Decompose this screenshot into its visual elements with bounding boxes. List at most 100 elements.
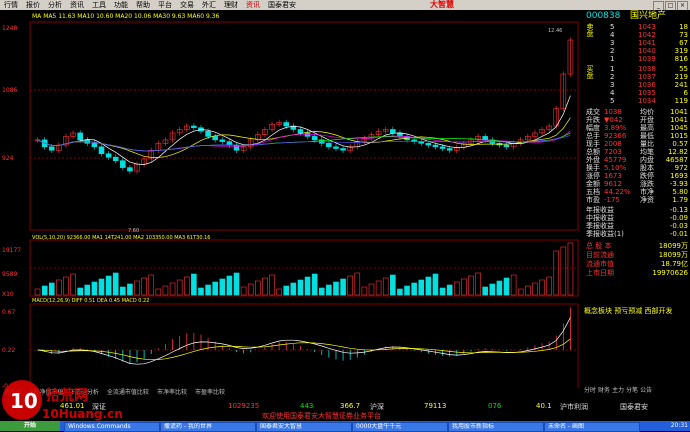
capital-row: 目前流通 18099万	[584, 251, 690, 259]
vol-tick-low: X10	[2, 291, 14, 298]
profit-key: 年报收益	[586, 206, 614, 214]
volume-bar	[105, 275, 112, 296]
menu-item[interactable]: 工具	[88, 0, 110, 10]
stat-value: 5.80	[672, 188, 688, 196]
profit-key: 中报收益	[586, 214, 614, 222]
stat-key: 五档	[586, 188, 600, 196]
stat-key: 换手	[586, 164, 600, 172]
buy-price: 1036	[638, 81, 656, 89]
volume-bar	[411, 282, 417, 296]
panel-tab[interactable]: 公告	[640, 387, 652, 395]
stat-value: -175	[604, 196, 620, 204]
capital-key: 流通市值	[586, 260, 614, 268]
menu-item[interactable]: 报价	[22, 0, 44, 10]
panel-tab[interactable]: 分时	[584, 387, 596, 395]
profit-row: 季报收益(1) -0.01	[584, 230, 690, 238]
sell-level[interactable]: 5 1043 18	[584, 23, 690, 31]
candle-body	[283, 122, 290, 127]
volume-bar	[489, 283, 496, 296]
panel-tab[interactable]: 分笔	[626, 387, 638, 395]
volume-bar	[439, 287, 446, 296]
candle-body	[446, 148, 453, 151]
stat-value: 7203	[604, 148, 622, 156]
stat-value: 45779	[604, 156, 627, 164]
stat-row: 现手 2008 量比 0.57	[584, 140, 690, 148]
buy-level[interactable]: 4 1035 6	[584, 89, 690, 97]
profit-value: -0.13	[669, 206, 688, 214]
quote-panel: 000838 国兴地产 卖盘 5 1043 18 4 1042 73 3 1041 67 2 1040…	[584, 10, 690, 401]
stat-key: 最低	[640, 132, 654, 140]
menu-item[interactable]: 国泰君安	[264, 0, 300, 10]
volume-bar	[297, 279, 304, 296]
buy-level[interactable]: 3 1036 241	[584, 81, 690, 89]
menu-item[interactable]: 平台	[154, 0, 176, 10]
stat-key: 涨跌	[640, 180, 654, 188]
volume-bar	[496, 280, 503, 296]
sell-level[interactable]: 4 1042 73	[584, 31, 690, 39]
volume-bar	[48, 282, 55, 296]
macd-tick-high: 0.67	[2, 309, 16, 316]
capital-row: 上市日期 19970626	[584, 269, 690, 277]
stat-value: 1041	[670, 108, 688, 116]
candle-body	[219, 139, 226, 142]
volume-bar	[340, 278, 346, 296]
sell-level[interactable]: 3 1041 67	[584, 39, 690, 47]
vol-tick-mid: 9589	[2, 271, 17, 278]
menu-item[interactable]: 外汇	[198, 0, 220, 10]
function-tab[interactable]: 市盈率比较	[191, 388, 229, 398]
candle-body	[191, 125, 197, 129]
menu-bar: 行情 报价 分析 资讯 工具 功能 帮助 平台 交易 外汇 理财 资讯 国泰君安	[0, 0, 690, 10]
low-mark: 7.60	[128, 228, 139, 234]
stat-row: 金额 9612 涨跌 -3.93	[584, 180, 690, 188]
sell-level[interactable]: 2 1040 319	[584, 47, 690, 55]
candle-body	[112, 156, 119, 161]
volume-bar	[91, 281, 98, 296]
menu-item[interactable]: 资讯	[66, 0, 88, 10]
capital-value: 18099万	[658, 251, 688, 259]
volume-bar	[205, 284, 211, 296]
volume-bar	[219, 278, 226, 296]
sell-volume: 73	[679, 31, 688, 39]
sell-volume: 67	[679, 39, 688, 47]
buy-level[interactable]: 1 1038 55	[584, 65, 690, 73]
sell-price: 1041	[638, 39, 656, 47]
volume-bar	[41, 285, 48, 296]
buy-volume: 6	[683, 89, 688, 97]
volume-bar	[112, 272, 119, 296]
stat-key: 股本	[640, 164, 654, 172]
sell-level-label: 5	[610, 23, 615, 31]
function-tab[interactable]: 市净率比较	[153, 388, 191, 398]
stat-value: 3.89%	[604, 124, 627, 132]
stat-value: 972	[674, 164, 688, 172]
window-controls: _ □ ×	[653, 0, 688, 11]
panel-tab[interactable]: 主力	[612, 387, 624, 395]
panel-tab[interactable]: 财务	[598, 387, 610, 395]
kline-chart[interactable]: 1248 1086 924 MA MA5 11.63 MA10 10.60 MA…	[0, 10, 580, 401]
stat-key: 均价	[640, 108, 654, 116]
ticker-amount2: 40.1	[536, 402, 552, 410]
stat-row: 涨停 1673 跌停 1693	[584, 172, 690, 180]
sell-level[interactable]: 1 1039 816	[584, 55, 690, 63]
capital-value: 18099万	[658, 242, 688, 250]
candle-body	[120, 160, 126, 168]
menu-item[interactable]: 资讯	[242, 0, 264, 10]
menu-item[interactable]: 行情	[0, 0, 22, 10]
ticker-scroll: 欢迎使用国泰君安大智慧证券业务平台	[262, 412, 381, 420]
stat-key: 市净	[640, 188, 654, 196]
buy-level[interactable]: 2 1037 219	[584, 73, 690, 81]
menu-item[interactable]: 分析	[44, 0, 66, 10]
ticker-market3: 沪市利润	[560, 403, 588, 411]
volume-bar	[425, 276, 432, 296]
menu-item[interactable]: 功能	[110, 0, 132, 10]
menu-item[interactable]: 理财	[220, 0, 242, 10]
menu-item[interactable]: 帮助	[132, 0, 154, 10]
menu-item[interactable]: 交易	[176, 0, 198, 10]
watermark-logo: 10 拾荒网 10Huang.cn	[2, 380, 123, 421]
profit-row: 中报收益 -0.09	[584, 214, 690, 222]
buy-price: 1035	[638, 89, 656, 97]
stat-value: 9612	[604, 180, 622, 188]
stat-key: 幅度	[586, 124, 600, 132]
candle-body	[418, 141, 425, 144]
buy-level[interactable]: 5 1034 119	[584, 97, 690, 105]
price-tick-low: 924	[2, 155, 14, 162]
